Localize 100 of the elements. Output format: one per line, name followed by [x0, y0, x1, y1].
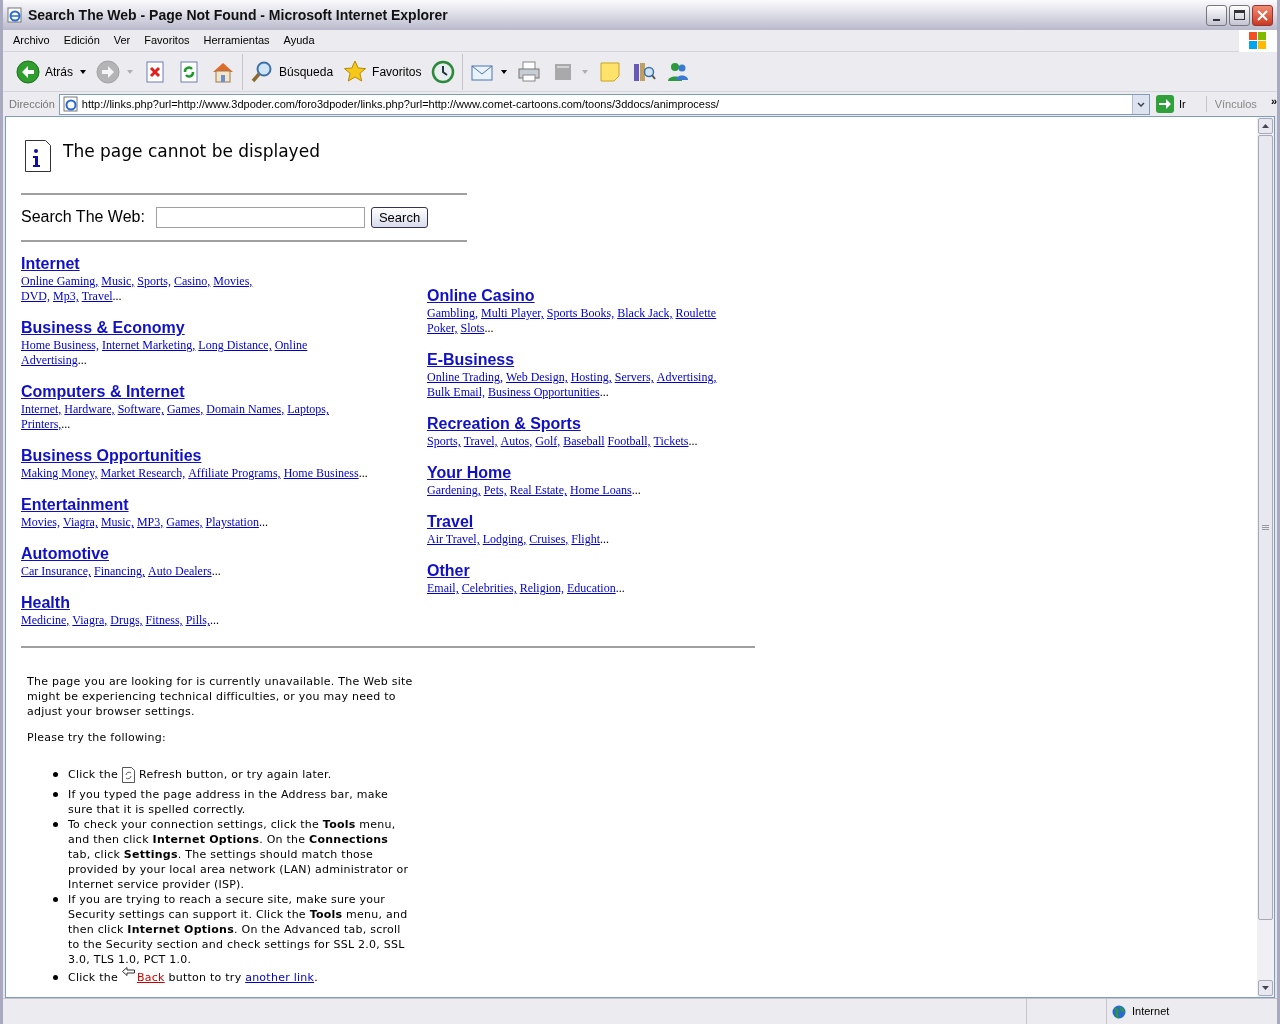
subcategory-link[interactable]: Slots	[460, 321, 485, 336]
dropdown-button[interactable]	[1131, 94, 1149, 114]
category-link[interactable]: Your Home	[427, 463, 512, 483]
subcategory-link[interactable]: Tickets	[653, 434, 689, 449]
category-link[interactable]: E-Business	[427, 350, 515, 370]
subcategory-link[interactable]: Medicine,	[21, 613, 70, 628]
subcategory-link[interactable]: Affiliate Programs,	[188, 466, 281, 481]
subcategory-link[interactable]: Real Estate,	[509, 483, 567, 498]
subcategory-link[interactable]: Drugs,	[110, 613, 143, 628]
subcategory-link[interactable]: Auto Dealers	[147, 564, 212, 579]
scrollbar[interactable]	[1257, 117, 1274, 997]
subcategory-link[interactable]: Car Insurance,	[21, 564, 91, 579]
subcategory-link[interactable]: Home Business,	[21, 338, 99, 353]
subcategory-link[interactable]: Cruises,	[529, 532, 569, 547]
subcategory-link[interactable]: Online Trading,	[427, 370, 503, 385]
category-link[interactable]: Other	[427, 561, 470, 581]
subcategory-link[interactable]: Lodging,	[482, 532, 527, 547]
subcategory-link[interactable]: Online	[274, 338, 308, 353]
subcategory-link[interactable]: Movies,	[213, 274, 253, 289]
maximize-button[interactable]	[1229, 4, 1250, 26]
menu-item[interactable]: Ayuda	[276, 32, 322, 49]
subcategory-link[interactable]: Fitness,	[145, 613, 183, 628]
subcategory-link[interactable]: Movies,	[21, 515, 60, 530]
subcategory-link[interactable]: Sports,	[427, 434, 461, 449]
category-link[interactable]: Online Casino	[427, 286, 535, 306]
subcategory-link[interactable]: Autos,	[500, 434, 533, 449]
toolbar-button[interactable]: Búsqueda	[247, 53, 337, 90]
back-link[interactable]: Back	[137, 971, 165, 984]
subcategory-link[interactable]: Sports,	[137, 274, 171, 289]
subcategory-link[interactable]: Long Distance,	[198, 338, 272, 353]
menu-item[interactable]: Ver	[106, 32, 138, 49]
subcategory-link[interactable]: Multi Player,	[481, 306, 544, 321]
subcategory-link[interactable]: Domain Names,	[206, 402, 285, 417]
toolbar-button[interactable]: Favoritos	[340, 53, 425, 90]
subcategory-link[interactable]: Online Gaming,	[21, 274, 99, 289]
subcategory-link[interactable]: Poker,	[427, 321, 458, 336]
subcategory-link[interactable]: Celebrities,	[461, 581, 517, 596]
subcategory-link[interactable]: Casino,	[174, 274, 211, 289]
subcategory-link[interactable]: Home Loans	[570, 483, 632, 498]
subcategory-link[interactable]: Market Research,	[100, 466, 186, 481]
subcategory-link[interactable]: Financing,	[93, 564, 145, 579]
subcategory-link[interactable]: Playstation	[205, 515, 259, 530]
category-link[interactable]: Entertainment	[21, 495, 129, 515]
subcategory-link[interactable]: Religion,	[519, 581, 564, 596]
subcategory-link[interactable]: Web Design,	[506, 370, 568, 385]
subcategory-link[interactable]: MP3,	[136, 515, 164, 530]
menu-item[interactable]: Archivo	[6, 32, 57, 49]
subcategory-link[interactable]: DVD,	[21, 289, 50, 304]
search-field[interactable]	[155, 206, 365, 228]
search-button[interactable]: Search	[370, 206, 429, 228]
subcategory-link[interactable]: Baseball	[563, 434, 605, 449]
scroll-down-button[interactable]	[1258, 980, 1273, 996]
subcategory-link[interactable]: Gardening,	[427, 483, 481, 498]
subcategory-link[interactable]: Internet,	[21, 402, 62, 417]
subcategory-link[interactable]: Hardware,	[64, 402, 115, 417]
subcategory-link[interactable]: Internet Marketing,	[102, 338, 196, 353]
subcategory-link[interactable]: Gambling,	[427, 306, 478, 321]
category-link[interactable]: Business & Economy	[21, 318, 185, 338]
subcategory-link[interactable]: Music,	[101, 274, 135, 289]
minimize-button[interactable]	[1206, 4, 1227, 26]
category-link[interactable]: Recreation & Sports	[427, 414, 581, 434]
close-button[interactable]	[1252, 4, 1273, 26]
toolbar-button[interactable]: Atrás	[13, 53, 89, 90]
category-link[interactable]: Health	[21, 593, 70, 613]
more-links-button[interactable]: »	[1270, 92, 1277, 110]
subcategory-link[interactable]: Games,	[166, 402, 204, 417]
category-link[interactable]: Internet	[21, 254, 80, 274]
subcategory-link[interactable]: Games,	[166, 515, 203, 530]
subcategory-link[interactable]: Making Money,	[21, 466, 98, 481]
subcategory-link[interactable]: Air Travel,	[427, 532, 480, 547]
subcategory-link[interactable]: Advertising,	[656, 370, 717, 385]
subcategory-link[interactable]: Education	[567, 581, 616, 596]
subcategory-link[interactable]: Printers,	[21, 417, 62, 432]
subcategory-link[interactable]: Home Business	[283, 466, 359, 481]
scroll-thumb[interactable]	[1258, 135, 1273, 920]
subcategory-link[interactable]: Viagra,	[72, 613, 108, 628]
subcategory-link[interactable]: Travel,	[463, 434, 498, 449]
subcategory-link[interactable]: Email,	[427, 581, 459, 596]
subcategory-link[interactable]: Music,	[100, 515, 134, 530]
subcategory-link[interactable]: Pets,	[483, 483, 507, 498]
category-link[interactable]: Automotive	[21, 544, 109, 564]
subcategory-link[interactable]: Roulette	[675, 306, 717, 321]
subcategory-link[interactable]: Mp3,	[53, 289, 79, 304]
address-field[interactable]: http://links.php?url=http://www.3dpoder.com/foro3dpoder/links.php?url=http://www.comet-cartoons.com/toons/3ddocs/animprocess/	[58, 93, 1150, 115]
subcategory-link[interactable]: Football,	[607, 434, 651, 449]
category-link[interactable]: Business Opportunities	[21, 446, 202, 466]
subcategory-link[interactable]: Flight	[571, 532, 601, 547]
subcategory-link[interactable]: Advertising	[21, 353, 78, 368]
subcategory-link[interactable]: Servers,	[614, 370, 654, 385]
scroll-up-button[interactable]	[1258, 118, 1273, 134]
category-link[interactable]: Computers & Internet	[21, 382, 185, 402]
go-button[interactable]: Ir	[1153, 95, 1188, 113]
subcategory-link[interactable]: Viagra,	[63, 515, 98, 530]
menu-item[interactable]: Herramientas	[196, 32, 277, 49]
menu-item[interactable]: Favoritos	[137, 32, 197, 49]
subcategory-link[interactable]: Pills,	[185, 613, 210, 628]
subcategory-link[interactable]: Business Opportunities	[488, 385, 600, 400]
subcategory-link[interactable]: Travel	[81, 289, 113, 304]
subcategory-link[interactable]: Hosting,	[570, 370, 612, 385]
subcategory-link[interactable]: Sports Books,	[546, 306, 615, 321]
